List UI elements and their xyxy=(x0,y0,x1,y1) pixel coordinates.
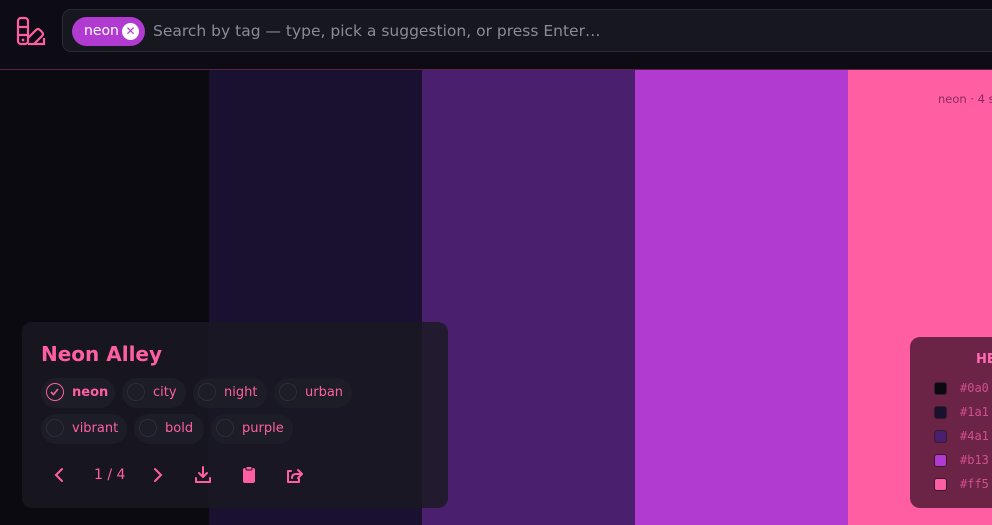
color-swatch[interactable] xyxy=(422,70,635,525)
search-input[interactable] xyxy=(153,16,953,46)
search-box: neon ✕ xyxy=(62,9,992,52)
top-bar: neon ✕ xyxy=(0,0,992,70)
tag-toggle-city[interactable]: city xyxy=(122,378,186,408)
color-dot xyxy=(934,382,947,395)
hex-values-panel: HE #0a0 #1a1 #4a1 #b13 #ff5 xyxy=(910,337,992,508)
unchecked-circle-icon xyxy=(279,383,297,401)
tag-toggle-vibrant[interactable]: vibrant xyxy=(41,414,127,444)
download-icon[interactable] xyxy=(192,464,214,486)
tag-chip-neon[interactable]: neon ✕ xyxy=(72,17,145,46)
chevron-right-icon[interactable] xyxy=(147,464,169,486)
tag-label: neon xyxy=(72,385,109,400)
unchecked-circle-icon xyxy=(198,383,216,401)
hex-value: #0a0 xyxy=(960,381,989,395)
tag-label: city xyxy=(153,385,177,400)
color-swatch[interactable] xyxy=(635,70,848,525)
close-icon[interactable]: ✕ xyxy=(122,23,139,40)
tag-toggle-night[interactable]: night xyxy=(193,378,267,408)
tag-label: purple xyxy=(242,421,284,436)
tag-label: night xyxy=(224,385,258,400)
tag-chip-label: neon xyxy=(84,23,119,39)
hex-value: #ff5 xyxy=(960,477,989,491)
tag-toggle-purple[interactable]: purple xyxy=(211,414,293,444)
palette-title: Neon Alley xyxy=(41,342,163,366)
color-dot xyxy=(934,478,947,491)
color-dot xyxy=(934,406,947,419)
unchecked-circle-icon xyxy=(127,383,145,401)
unchecked-circle-icon xyxy=(46,419,64,437)
hex-panel-title: HE xyxy=(976,352,992,367)
tag-toggle-bold[interactable]: bold xyxy=(134,414,204,444)
tag-toggle-neon[interactable]: neon xyxy=(41,378,115,408)
unchecked-circle-icon xyxy=(216,419,234,437)
color-dot xyxy=(934,454,947,467)
clipboard-icon[interactable] xyxy=(238,464,260,486)
color-dot xyxy=(934,430,947,443)
page-counter: 1 / 4 xyxy=(94,467,126,483)
palette-logo-icon[interactable] xyxy=(16,16,46,46)
chevron-left-icon[interactable] xyxy=(48,464,70,486)
tag-label: urban xyxy=(305,385,344,400)
palette-info-card: Neon Alley neon city night urban vibrant… xyxy=(22,322,448,508)
tag-label: bold xyxy=(165,421,194,436)
palette-count-label: neon · 4 s xyxy=(938,92,992,106)
check-icon xyxy=(46,383,64,401)
tag-toggle-urban[interactable]: urban xyxy=(274,378,352,408)
hex-value: #b13 xyxy=(960,453,989,467)
tag-label: vibrant xyxy=(72,421,119,436)
hex-value: #1a1 xyxy=(960,405,989,419)
hex-value: #4a1 xyxy=(960,429,989,443)
unchecked-circle-icon xyxy=(139,419,157,437)
share-icon[interactable] xyxy=(284,464,306,486)
